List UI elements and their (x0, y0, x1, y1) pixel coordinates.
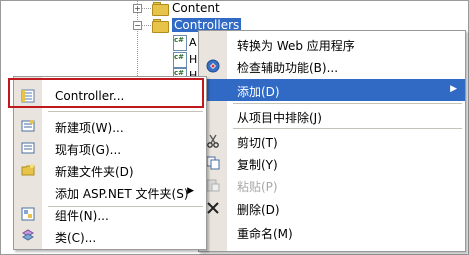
copy-icon (206, 156, 220, 170)
highlight-callout (8, 78, 204, 108)
cut-icon (206, 134, 220, 148)
tree-child-label[interactable]: H (189, 53, 197, 66)
menu-item-label: 组件(N)... (55, 209, 109, 223)
csharp-file-icon: c# (173, 35, 187, 51)
menu-item-label: 类(C)... (55, 231, 97, 245)
menu-item-label: 剪切(T) (237, 136, 278, 150)
menu-separator (233, 128, 462, 129)
accessibility-icon (206, 59, 220, 73)
menu-item-existing-item[interactable]: 现有项(G)... (14, 137, 206, 159)
tree-item-content[interactable]: Content (152, 0, 220, 16)
menu-item-label: 粘贴(P) (237, 180, 278, 194)
menu-item-add-aspnet-folder[interactable]: 添加 ASP.NET 文件夹(S) ▶ (14, 181, 206, 203)
menu-item-label: 检查辅助功能(B)... (237, 61, 339, 75)
menu-item-new-item[interactable]: 新建项(W)... (14, 115, 206, 137)
csharp-file-icon: c# (173, 52, 187, 68)
menu-item-label: 转换为 Web 应用程序 (237, 39, 355, 53)
menu-item-label: 新建文件夹(D) (55, 165, 134, 179)
menu-item-label: 新建项(W)... (55, 121, 124, 135)
menu-item-cut[interactable]: 剪切(T) (199, 130, 465, 152)
menu-item-label: 从项目中排除(J) (237, 111, 322, 125)
menu-separator (233, 103, 462, 104)
menu-item-label: 添加 ASP.NET 文件夹(S) (55, 187, 189, 201)
menu-item-add[interactable]: 添加(D) ▶ (199, 79, 465, 101)
new-folder-icon (21, 163, 35, 177)
folder-open-icon (152, 19, 169, 33)
menu-item-delete[interactable]: 删除(D) (199, 197, 465, 219)
new-item-icon (21, 119, 35, 133)
menu-item-component[interactable]: 组件(N)... (14, 203, 206, 225)
tree-child-label[interactable]: A (189, 36, 197, 49)
class-icon (21, 229, 35, 243)
delete-icon (206, 201, 220, 215)
tree-item-label: Content (172, 1, 220, 15)
menu-item-label: 复制(Y) (237, 158, 278, 172)
menu-separator (48, 111, 203, 112)
paste-icon (206, 178, 220, 192)
submenu-arrow-icon: ▶ (450, 84, 457, 94)
menu-item-label: 删除(D) (237, 203, 280, 217)
menu-item-rename[interactable]: 重命名(M) (199, 221, 465, 243)
tree-connector (141, 8, 151, 9)
menu-item-exclude-from-project[interactable]: 从项目中排除(J) (199, 105, 465, 127)
existing-item-icon (21, 141, 35, 155)
tree-connector (141, 25, 151, 26)
folder-icon (152, 2, 169, 16)
menu-item-copy[interactable]: 复制(Y) (199, 152, 465, 174)
menu-item-label: 现有项(G)... (55, 143, 122, 157)
menu-item-label: 添加(D) (237, 85, 280, 99)
menu-item-label: 重命名(M) (237, 227, 293, 241)
menu-item-convert-to-web-app[interactable]: 转换为 Web 应用程序 (199, 33, 465, 55)
menu-item-new-folder[interactable]: 新建文件夹(D) (14, 159, 206, 181)
menu-item-paste[interactable]: 粘贴(P) (199, 174, 465, 196)
submenu-arrow-icon: ▶ (187, 186, 194, 196)
menu-item-class[interactable]: 类(C)... (14, 225, 206, 247)
menu-item-check-accessibility[interactable]: 检查辅助功能(B)... (199, 55, 465, 77)
context-menu: 转换为 Web 应用程序 检查辅助功能(B)... 添加(D) ▶ 从项目中排除… (198, 30, 466, 252)
component-icon (21, 207, 35, 221)
